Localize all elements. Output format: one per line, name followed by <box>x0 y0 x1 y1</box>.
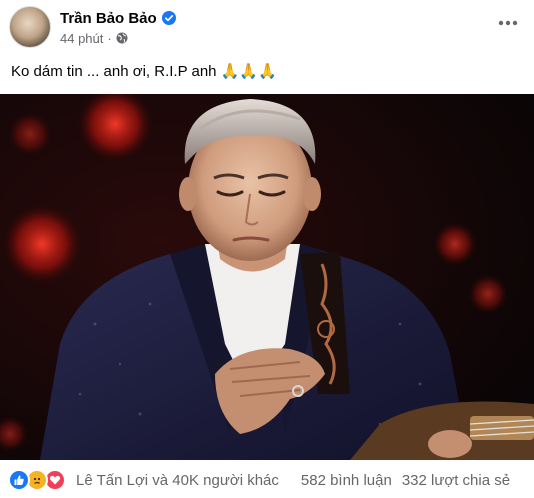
author-row: Trần Bảo Bảo <box>60 8 176 28</box>
praying-hands-emoji: 🙏🙏🙏 <box>220 63 277 80</box>
post-meta: 44 phút · <box>60 30 128 46</box>
photo-artwork <box>0 94 534 460</box>
post-header: Trần Bảo Bảo 44 phút · <box>0 0 534 58</box>
verified-badge-icon <box>161 11 176 25</box>
shares-count[interactable]: 332 lượt chia sẻ <box>402 472 510 489</box>
more-options-icon <box>498 20 518 26</box>
post-photo[interactable] <box>0 94 534 460</box>
like-icon <box>8 469 30 491</box>
author-name[interactable]: Trần Bảo Bảo <box>60 10 157 27</box>
post-text: Ko dám tin ... anh ơi, R.I.P anh 🙏🙏🙏 <box>11 62 277 80</box>
more-options-button[interactable] <box>494 12 522 34</box>
post-footer: Lê Tấn Lợi và 40K người khác 582 bình lu… <box>0 462 534 498</box>
comments-count[interactable]: 582 bình luận <box>301 472 392 489</box>
post-message: Ko dám tin ... anh ơi, R.I.P anh <box>11 63 217 80</box>
avatar[interactable] <box>9 6 51 48</box>
reaction-icons[interactable] <box>8 469 66 491</box>
reactors-summary[interactable]: Lê Tấn Lợi và 40K người khác <box>76 472 279 489</box>
post-time[interactable]: 44 phút <box>60 31 103 46</box>
globe-icon <box>116 32 128 44</box>
meta-separator: · <box>107 30 112 46</box>
